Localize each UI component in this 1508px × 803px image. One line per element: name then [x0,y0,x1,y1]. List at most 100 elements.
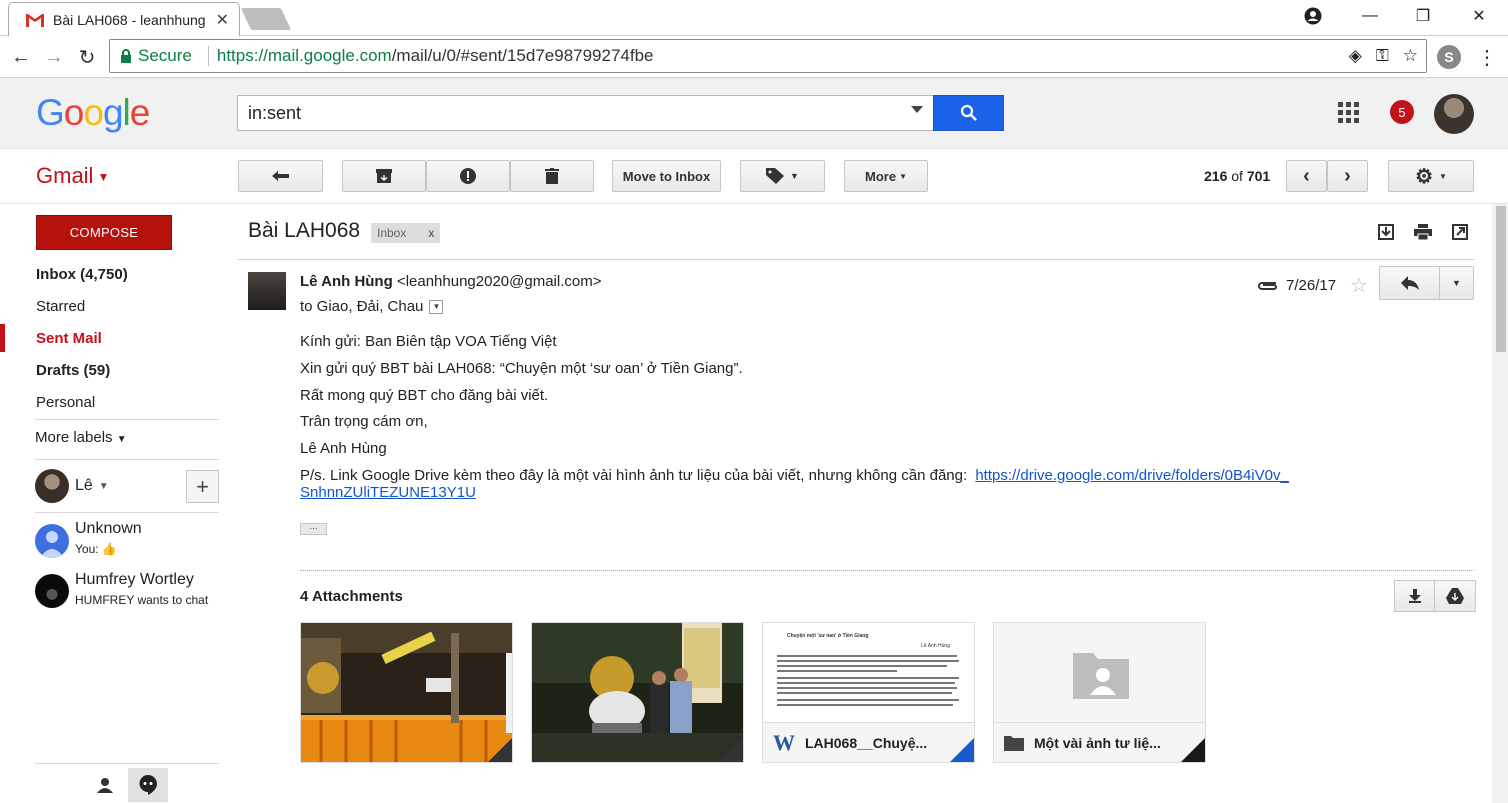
bookmark-star-icon[interactable]: ☆ [1403,46,1418,66]
lock-icon [121,49,131,63]
download-icon [1408,589,1421,603]
extension-diamond-icon[interactable]: ◈ [1349,46,1362,66]
sidebar-item-drafts[interactable]: Drafts (59) [0,354,230,386]
hangouts-chat-icon[interactable] [128,768,168,802]
google-logo[interactable]: Google [36,92,150,134]
reload-icon[interactable]: ↻ [74,44,100,70]
photo-monks [532,623,743,762]
avatar [35,524,69,558]
apps-grid-icon[interactable] [1338,102,1359,123]
body-line: Xin gửi quý BBT bài LAH068: “Chuyện một … [300,360,743,377]
inbox-label-tag[interactable]: Inbox x [371,223,441,243]
attachment-actions [1394,580,1476,612]
attachment-name: Một vài ảnh tư liệ... [1034,734,1161,751]
tab-close-icon[interactable]: ✕ [216,10,229,30]
search-button[interactable] [933,95,1004,131]
attachment-photo-1[interactable] [300,622,513,763]
body-line: Kính gửi: Ban Biên tập VOA Tiếng Việt [300,333,557,350]
contact-humfrey[interactable]: Humfrey Wortley HUMFREY wants to chat [35,571,208,608]
search-icon [960,104,977,121]
new-window-icon[interactable] [1452,224,1468,240]
browser-tab[interactable]: Bài LAH068 - leanhhung ✕ [8,2,240,36]
gmail-menu[interactable]: Gmail ▼ [36,163,109,189]
forward-icon[interactable]: → [41,44,67,70]
skype-extension-icon[interactable]: S [1437,45,1461,69]
settings-button[interactable]: ⚙ ▼ [1388,160,1474,192]
trash-icon [545,168,559,184]
url-text: https://mail.google.com/mail/u/0/#sent/1… [216,46,654,65]
ps-line: P/s. Link Google Drive kèm theo đây là m… [300,467,1289,501]
drive-link[interactable]: https://drive.google.com/drive/folders/0… [975,467,1289,484]
remove-label-icon[interactable]: x [428,226,434,240]
message-counter: 216 of 701 [1204,168,1271,184]
folder-icon [1004,735,1024,751]
star-icon[interactable]: ☆ [1350,273,1368,298]
account-avatar[interactable] [1434,94,1474,134]
attachment-folder-file[interactable]: Một vài ảnh tư liệ... [993,622,1206,763]
report-spam-button[interactable] [426,160,510,192]
sidebar-item-starred[interactable]: Starred [0,290,230,322]
notifications-badge[interactable]: 5 [1390,100,1414,124]
scrollbar-thumb[interactable] [1496,206,1506,352]
back-to-list-button[interactable] [238,160,323,192]
new-conversation-button[interactable]: + [186,470,219,503]
minimize-icon[interactable]: — [1345,0,1395,32]
search-options-chevron-icon[interactable] [911,106,923,113]
window-close-icon[interactable]: ✕ [1454,0,1504,32]
address-bar-row: ← → ↻ Secure https://mail.google.com/mai… [0,36,1508,78]
hangouts-me[interactable]: Lê ▼ [35,469,109,503]
new-tab-button[interactable] [240,8,292,30]
secure-label: Secure [138,46,192,65]
reply-more-chevron-icon[interactable]: ▼ [1440,267,1473,299]
attachments-title: 4 Attachments [300,588,403,605]
profile-icon[interactable] [1288,0,1338,32]
sender-avatar [248,272,286,310]
body-line: Trân trọng cám ơn, [300,413,428,430]
restore-icon[interactable]: ❐ [1398,0,1448,32]
newer-button[interactable]: ‹ [1286,160,1327,192]
label-tag-icon [766,168,785,184]
archive-button[interactable] [342,160,426,192]
search-value: in:sent [248,102,302,123]
labels-button[interactable]: ▼ [740,160,825,192]
sender-name: Lê Anh Hùng [300,273,393,290]
reply-button[interactable] [1380,267,1440,299]
sidebar-item-sent-mail[interactable]: Sent Mail [0,322,230,354]
show-details-chevron-icon[interactable]: ▼ [429,299,444,314]
search-input[interactable]: in:sent [237,95,934,131]
key-icon[interactable]: ⚿ [1376,46,1389,66]
spam-icon [460,168,476,184]
message-toolbar: Gmail ▼ Move to Inbox ▼ More ▼ 216 of 701 … [0,150,1508,204]
older-button[interactable]: › [1327,160,1368,192]
save-to-drive-button[interactable] [1435,581,1475,611]
move-to-inbox-button[interactable]: Move to Inbox [612,160,721,192]
shared-folder-icon [1072,652,1129,699]
attachment-word-doc[interactable]: Chuyện một 'sư oan' ở Tiền Giang Lê Anh … [762,622,975,763]
contact-unknown[interactable]: Unknown You: 👍 [35,520,142,558]
reply-icon [1400,276,1419,290]
expand-all-icon[interactable] [1378,224,1394,240]
more-button[interactable]: More ▼ [844,160,928,192]
more-labels-link[interactable]: More labels ▼ [35,429,127,446]
back-icon[interactable]: ← [8,44,34,70]
attachment-photo-2[interactable] [531,622,744,763]
url-field[interactable]: Secure https://mail.google.com/mail/u/0/… [109,39,1427,73]
compose-button[interactable]: COMPOSE [36,215,172,250]
gmail-header: Google in:sent 5 [0,78,1508,149]
chrome-menu-icon[interactable]: ⋮ [1474,44,1500,70]
sender-email: <leanhhung2020@gmail.com> [396,273,602,290]
show-trimmed-content-button[interactable]: ... [300,522,327,535]
chevron-down-icon: ▼ [1439,171,1447,181]
print-icon[interactable] [1414,224,1432,240]
drive-link[interactable]: SnhnnZUliTEZUNE13Y1U [300,484,476,501]
sidebar-item-inbox[interactable]: Inbox (4,750) [0,258,230,290]
download-all-button[interactable] [1395,581,1435,611]
delete-button[interactable] [510,160,594,192]
doc-preview-title: Chuyện một 'sư oan' ở Tiền Giang [787,633,869,639]
contacts-person-icon[interactable] [85,768,125,802]
chevron-right-icon: › [1344,164,1351,187]
back-arrow-icon [271,171,289,181]
hangouts-footer [35,763,219,803]
message-date: 7/26/17 [1286,277,1337,294]
sidebar-item-personal[interactable]: Personal [0,386,230,418]
